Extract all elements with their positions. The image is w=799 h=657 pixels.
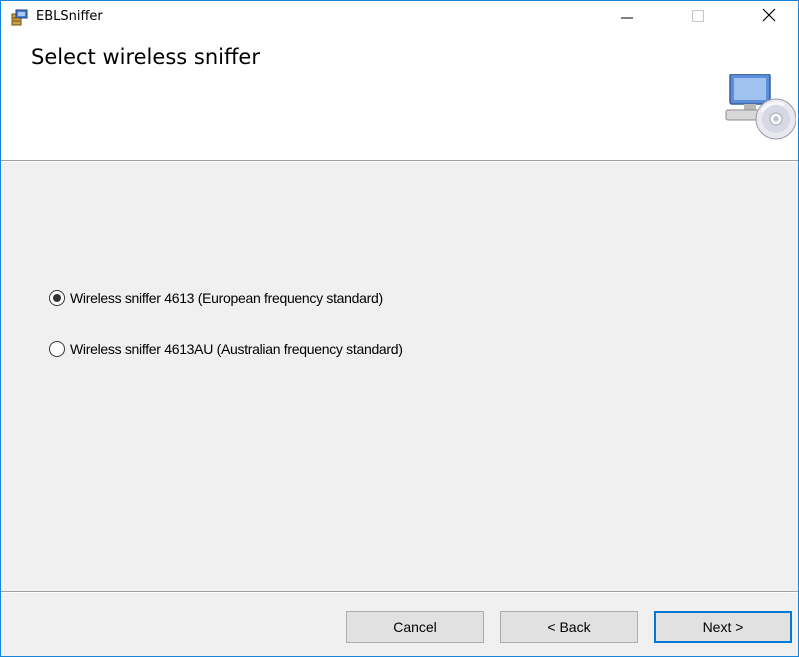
installer-package-icon xyxy=(11,8,29,26)
page-title: Select wireless sniffer xyxy=(31,45,260,69)
maximize-icon xyxy=(692,7,704,26)
close-icon xyxy=(762,7,776,26)
window-title: EBLSniffer xyxy=(36,9,103,24)
option-4613au[interactable]: Wireless sniffer 4613AU (Australian freq… xyxy=(49,341,403,357)
computer-cd-icon xyxy=(722,73,797,148)
close-button[interactable] xyxy=(746,1,792,32)
footer-divider-highlight xyxy=(1,592,798,593)
option-label: Wireless sniffer 4613AU (Australian freq… xyxy=(70,341,403,357)
minimize-icon xyxy=(620,7,634,26)
maximize-button xyxy=(675,1,721,32)
radio-button[interactable] xyxy=(49,341,65,357)
option-4613[interactable]: Wireless sniffer 4613 (European frequenc… xyxy=(49,290,383,306)
title-bar[interactable]: EBLSniffer xyxy=(1,1,798,32)
installer-window: EBLSniffer Select wireless sniffer Wirel… xyxy=(0,0,799,657)
radio-button-selected[interactable] xyxy=(49,290,65,306)
header-divider-highlight xyxy=(1,161,798,162)
back-button[interactable]: < Back xyxy=(500,611,638,643)
minimize-button[interactable] xyxy=(604,1,650,32)
next-button[interactable]: Next > xyxy=(654,611,792,643)
option-label: Wireless sniffer 4613 (European frequenc… xyxy=(70,290,383,306)
cancel-button[interactable]: Cancel xyxy=(346,611,484,643)
